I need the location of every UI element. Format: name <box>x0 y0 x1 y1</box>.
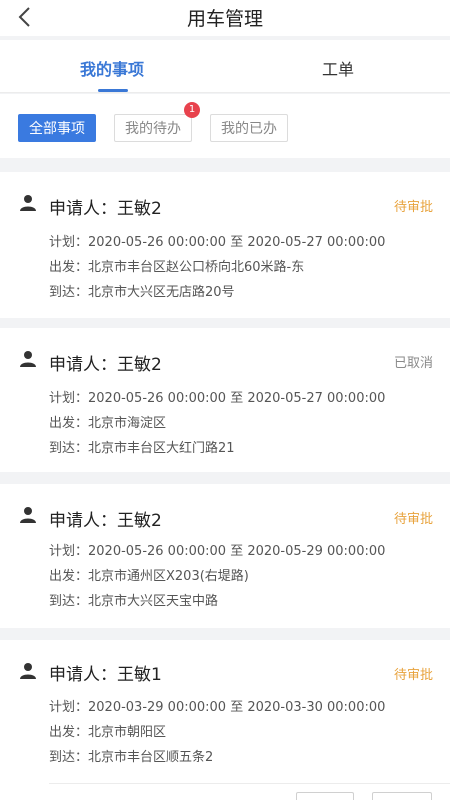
filter-all-items[interactable]: 全部事项 <box>18 114 96 142</box>
applicant-name: 申请人：王敏1 <box>49 665 162 685</box>
filter-my-todo[interactable]: 我的待办 <box>114 114 192 142</box>
filter-my-done[interactable]: 我的已办 <box>210 114 288 142</box>
plan-time: 计划：2020-05-26 00:00:00 至 2020-05-27 00:0… <box>49 235 386 250</box>
depart-location: 出发：北京市丰台区赵公口桥向北60米路-东 <box>49 260 305 275</box>
card-action-button[interactable] <box>372 792 432 800</box>
status-badge: 待审批 <box>393 512 433 527</box>
filter-bar: 全部事项 我的待办 1 我的已办 <box>0 94 450 158</box>
request-card[interactable]: 申请人：王敏1 待审批 计划：2020-03-29 00:00:00 至 202… <box>0 640 450 800</box>
status-badge: 已取消 <box>393 356 433 371</box>
tab-my-items[interactable]: 我的事项 <box>80 56 144 80</box>
applicant-name: 申请人：王敏2 <box>49 199 162 219</box>
person-icon <box>20 195 36 211</box>
depart-location: 出发：北京市朝阳区 <box>49 725 167 740</box>
person-icon <box>20 507 36 523</box>
arrive-location: 到达：北京市丰台区大红门路21 <box>49 441 235 456</box>
page-title: 用车管理 <box>186 8 263 30</box>
depart-location: 出发：北京市海淀区 <box>49 416 167 431</box>
plan-time: 计划：2020-05-26 00:00:00 至 2020-05-27 00:0… <box>49 391 386 406</box>
plan-time: 计划：2020-03-29 00:00:00 至 2020-03-30 00:0… <box>49 700 386 715</box>
arrive-location: 到达：北京市丰台区顺五条2 <box>49 750 214 765</box>
depart-location: 出发：北京市通州区X203(右堤路) <box>49 569 249 584</box>
applicant-name: 申请人：王敏2 <box>49 355 162 375</box>
tab-work-orders[interactable]: 工单 <box>322 56 354 80</box>
status-badge: 待审批 <box>393 668 433 683</box>
active-tab-indicator <box>98 89 128 92</box>
person-icon <box>20 351 36 367</box>
tab-bar: 我的事项 工单 <box>0 40 450 93</box>
card-action-button[interactable] <box>296 792 354 800</box>
divider <box>49 783 450 784</box>
status-badge: 待审批 <box>393 200 433 215</box>
request-card[interactable]: 申请人：王敏2 已取消 计划：2020-05-26 00:00:00 至 202… <box>0 328 450 472</box>
person-icon <box>20 663 36 679</box>
arrive-location: 到达：北京市大兴区无店路20号 <box>49 285 235 300</box>
applicant-name: 申请人：王敏2 <box>49 511 162 531</box>
plan-time: 计划：2020-05-26 00:00:00 至 2020-05-29 00:0… <box>49 544 386 559</box>
todo-count-badge: 1 <box>184 102 200 118</box>
arrive-location: 到达：北京市大兴区天宝中路 <box>49 594 219 609</box>
top-bar: 用车管理 <box>0 0 450 36</box>
request-card[interactable]: 申请人：王敏2 待审批 计划：2020-05-26 00:00:00 至 202… <box>0 484 450 628</box>
request-card[interactable]: 申请人：王敏2 待审批 计划：2020-05-26 00:00:00 至 202… <box>0 172 450 318</box>
